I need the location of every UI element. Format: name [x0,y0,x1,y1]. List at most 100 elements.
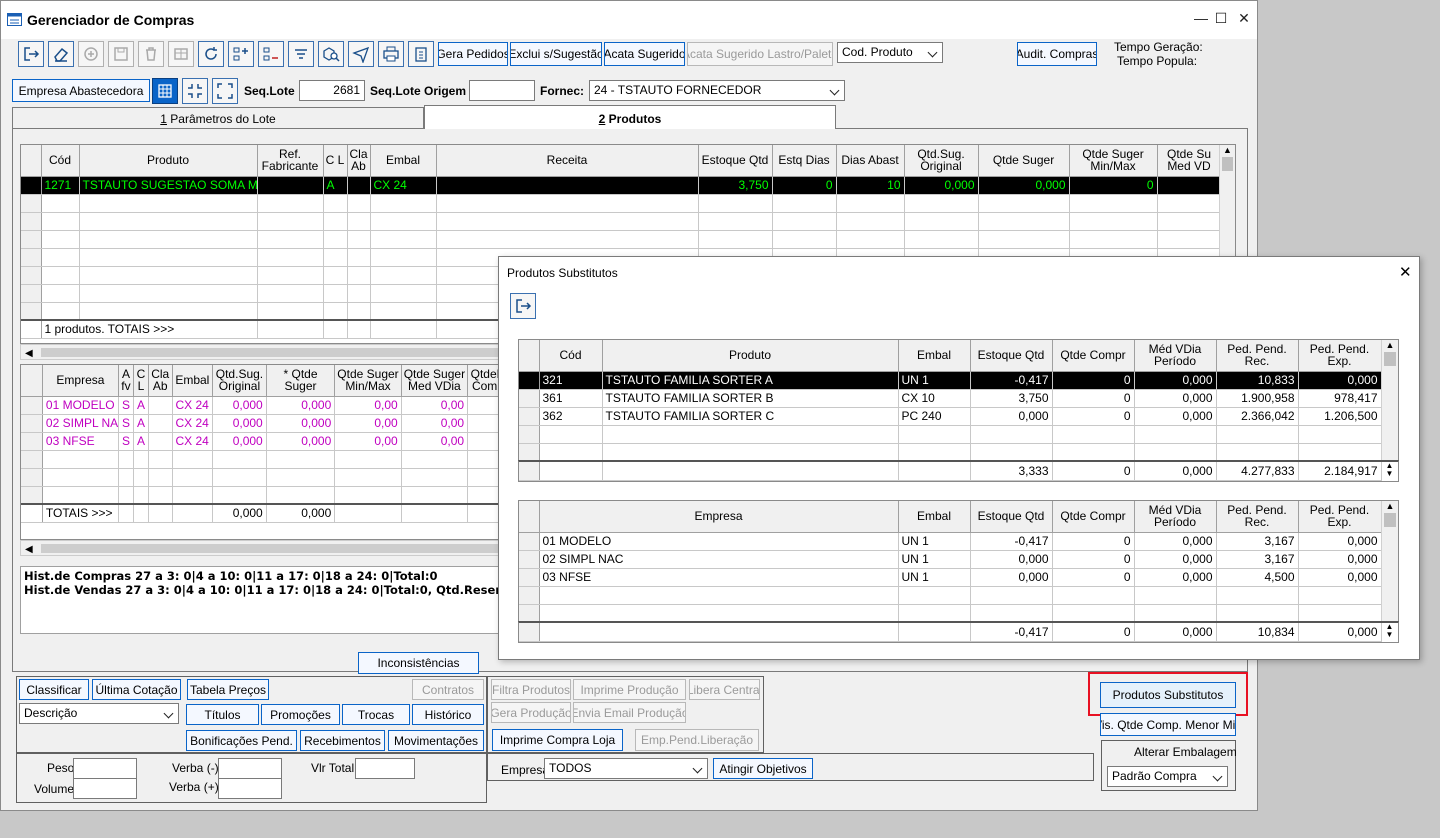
collapse-icon[interactable] [182,78,208,104]
gera-pedidos-button[interactable]: Gera Pedidos [438,42,508,66]
totals-row: -0,417 0 0,000 10,834 0,000 [519,623,1382,642]
table-row[interactable]: 01 MODELO UN 1 -0,417 0 0,000 3,167 0,000 [519,532,1382,551]
empresa-grid[interactable]: Empresa A fv C L Cla Ab Embal Qtd.Sug. Origin… [20,364,500,540]
seq-lote-origem-input[interactable] [469,80,535,101]
table-cell [401,468,469,487]
table-row[interactable]: 361 TSTAUTO FAMILIA SORTER B CX 10 3,750 0 0,… [519,389,1382,408]
historico-button[interactable]: Histórico [412,704,484,725]
close-icon[interactable]: ✕ [1399,263,1412,281]
imprime-compra-loja-button[interactable]: Imprime Compra Loja [492,729,623,751]
table-row[interactable]: 03 NFSE UN 1 0,000 0 0,000 4,500 0,000 [519,568,1382,587]
add-circle-icon[interactable] [78,41,104,67]
trash-icon[interactable] [138,41,164,67]
tabela-precos-button[interactable]: Tabela Preços [187,679,269,700]
cod-produto-select[interactable]: Cod. Produto [837,42,943,63]
search-box-icon[interactable] [318,41,344,67]
tab-parametros-lote[interactable]: 1 Parâmetros do Lote [12,107,424,128]
movimentacoes-button[interactable]: Movimentações [388,730,484,751]
exit-icon[interactable] [510,293,536,319]
products-hscroll[interactable]: ◀ [20,344,501,360]
volume-input[interactable] [73,778,137,799]
padrao-compra-select[interactable]: Padrão Compra [1107,766,1228,787]
exclui-sugestao-button[interactable]: Exclui s/Sugestão [510,42,602,66]
recebimentos-button[interactable]: Recebimentos [300,730,385,751]
table-row[interactable] [519,604,1382,623]
fornec-select[interactable]: 24 - TSTAUTO FORNECEDOR [589,80,845,101]
table-row[interactable]: 01 MODELOSACX 240,0000,0000,000,0010 [21,396,499,415]
filtra-produtos-button[interactable]: Filtra Produtos [491,679,571,700]
envia-email-button[interactable]: Envia Email Produção [573,702,686,723]
imprime-producao-button[interactable]: Imprime Produção [573,679,686,700]
verba-mais-input[interactable] [218,778,282,799]
list-add-icon[interactable] [228,41,254,67]
empresa-hscroll[interactable]: ◀ [20,540,501,556]
maximize-icon[interactable]: ☐ [1211,10,1231,27]
table-row[interactable]: 321 TSTAUTO FAMILIA SORTER A UN 1 -0,417 0 0,… [519,371,1382,390]
acata-lastro-button[interactable]: Acata Sugerido Lastro/Palete [687,42,833,66]
produtos-substitutos-button[interactable]: Produtos Substitutos [1100,682,1236,708]
table-cell: 0 [1052,532,1135,551]
table-cell: 0,00 [401,396,469,415]
exit-icon[interactable] [18,41,44,67]
inconsistencias-button[interactable]: Inconsistências [358,652,479,674]
table-row[interactable] [519,425,1382,444]
eraser-icon[interactable] [48,41,74,67]
empresa-substitutos-vscroll[interactable]: ▲▼ [1381,501,1398,639]
empresa-abastecedora-button[interactable]: Empresa Abastecedora [12,79,150,102]
expand-icon[interactable] [212,78,238,104]
titulos-button[interactable]: Títulos [186,704,259,725]
promocoes-button[interactable]: Promoções [261,704,340,725]
table-row[interactable] [519,443,1382,462]
table-cell [42,450,119,469]
tab-produtos[interactable]: 2 Produtos [424,105,836,129]
table-row[interactable]: 02 SIMPL NASACX 240,0000,0000,000,0010 [21,414,499,433]
table-cell [347,212,371,231]
seq-lote-input[interactable]: 2681 [299,80,365,101]
refresh-icon[interactable] [198,41,224,67]
ultima-cotacao-button[interactable]: Última Cotação [92,679,181,700]
close-icon[interactable]: ✕ [1234,10,1254,27]
table-row[interactable] [21,212,1222,231]
table-row[interactable] [21,468,499,487]
minimize-icon[interactable]: — [1191,10,1211,26]
grid-icon[interactable] [152,78,178,104]
table-row[interactable] [21,486,499,505]
emp-pend-liberacao-button[interactable]: Emp.Pend.Liberação [635,729,759,751]
table-row[interactable] [21,194,1222,213]
table-cell: 978,417 [1298,389,1382,408]
table-row[interactable] [519,586,1382,605]
table-row[interactable]: 1271 TSTAUTO SUGESTAO SOMA MED A CX 24 3,750… [21,176,1222,195]
descricao-select[interactable]: Descrição [19,703,179,724]
save-icon[interactable] [108,41,134,67]
table-row[interactable]: 362 TSTAUTO FAMILIA SORTER C PC 240 0,000 0 0… [519,407,1382,426]
contratos-button[interactable]: Contratos [412,679,484,700]
send-icon[interactable] [348,41,374,67]
table-row[interactable]: 02 SIMPL NAC UN 1 0,000 0 0,000 3,167 0,000 [519,550,1382,569]
empresa-select[interactable]: TODOS [544,758,708,779]
table-row[interactable] [21,230,1222,249]
print-icon[interactable] [378,41,404,67]
vis-qtde-comp-button[interactable]: Vis. Qtde Comp. Menor Min [1100,713,1236,736]
substitutos-grid[interactable]: Cód Produto Embal Estoque Qtd Qtde Compr Méd … [518,339,1399,479]
verba-menos-input[interactable] [218,758,282,779]
classificar-button[interactable]: Classificar [19,679,89,700]
atingir-objetivos-button[interactable]: Atingir Objetivos [713,758,813,779]
vlr-total-input[interactable] [355,758,415,779]
empresa-substitutos-grid[interactable]: Empresa Embal Estoque Qtd Qtde Compr Méd VDi… [518,500,1399,640]
list-remove-icon[interactable] [258,41,284,67]
audit-compras-button[interactable]: Audit. Compras [1017,42,1097,66]
clipboard-icon[interactable] [408,41,434,67]
table-cell: 0 [1052,568,1135,587]
acata-sugerido-button[interactable]: Acata Sugerido [604,42,685,66]
libera-central-button[interactable]: Libera Central [689,679,760,700]
gera-producao-button[interactable]: Gera Produção [491,702,571,723]
filter-icon[interactable] [288,41,314,67]
table-cell: 0,000 [212,396,267,415]
substitutos-vscroll[interactable]: ▲▼ [1381,340,1398,478]
peso-input[interactable] [73,758,137,779]
trocas-button[interactable]: Trocas [342,704,410,725]
table-row[interactable]: 03 NFSESACX 240,0000,0000,000,0010 [21,432,499,451]
bonificacoes-button[interactable]: Bonificações Pend. [186,730,297,751]
table-row[interactable] [21,450,499,469]
table-icon[interactable] [168,41,194,67]
